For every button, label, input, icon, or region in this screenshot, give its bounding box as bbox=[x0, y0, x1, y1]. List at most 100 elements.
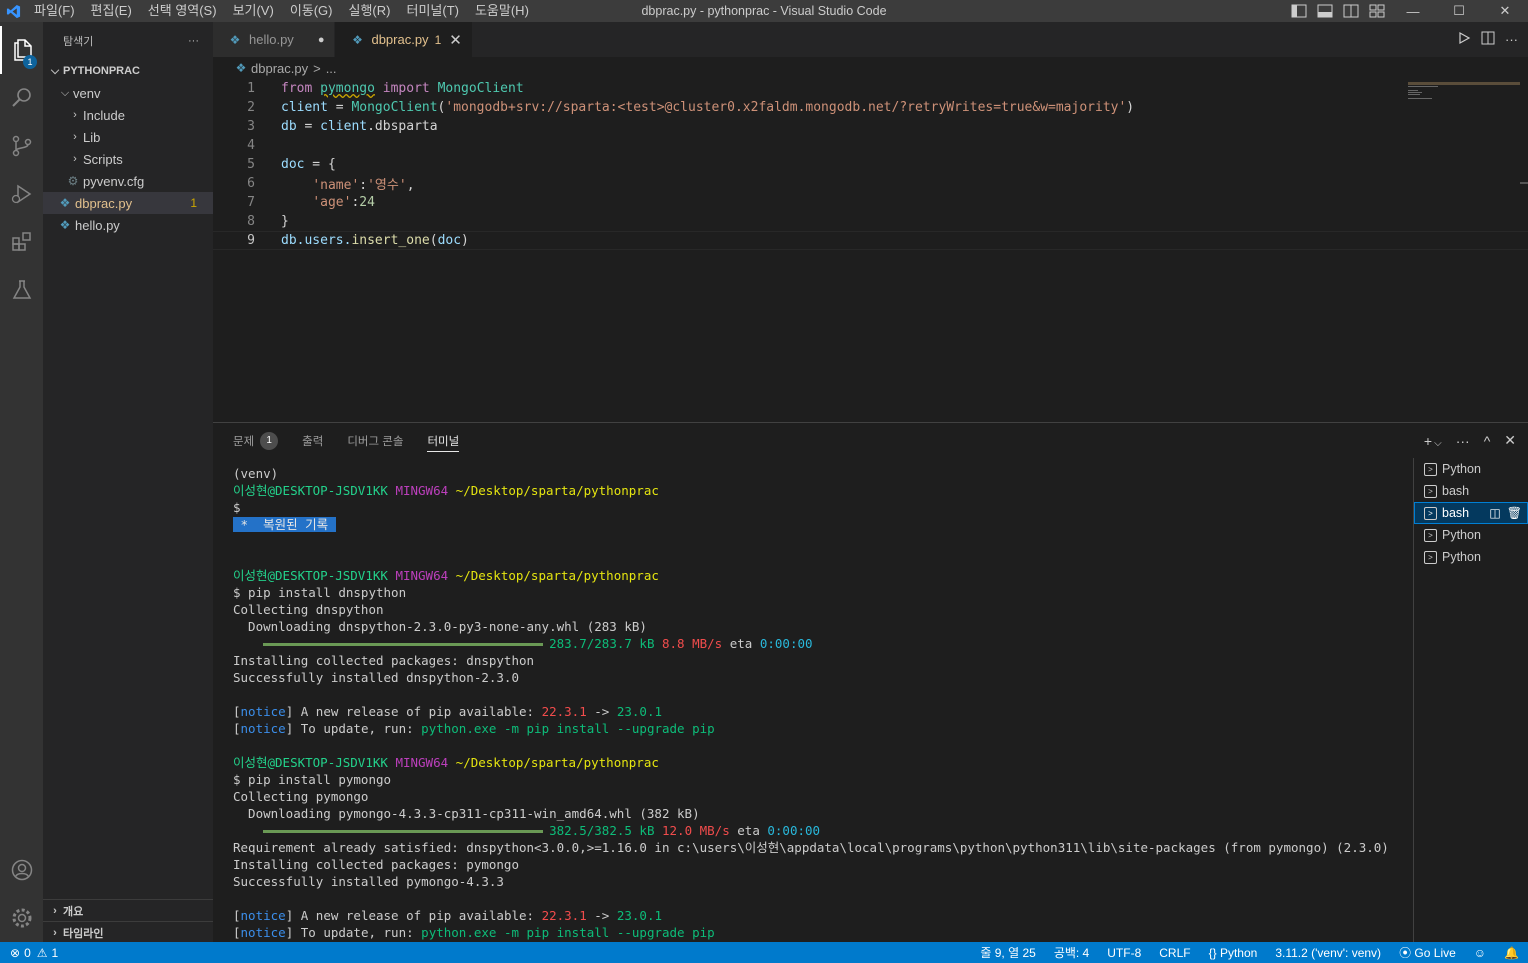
tree-item-include[interactable]: › Include bbox=[43, 104, 213, 126]
split-terminal-icon[interactable]: ◫ bbox=[1489, 506, 1500, 520]
terminal-icon: > bbox=[1424, 484, 1437, 498]
terminal-list-item-active[interactable]: > bash ◫ 🗑 bbox=[1414, 502, 1528, 524]
unsaved-dot-icon[interactable]: ● bbox=[318, 34, 325, 46]
close-window-button[interactable]: ✕ bbox=[1482, 0, 1528, 22]
terminal-progress-line: 382.5/382.5 kB 12.0 MB/s eta 0:00:00 bbox=[233, 822, 1413, 839]
terminal-line: * 복원된 기록 bbox=[233, 516, 1413, 533]
testing-icon[interactable] bbox=[0, 266, 43, 314]
tab-dbprac-py[interactable]: ❖ dbprac.py 1 ✕ bbox=[335, 22, 473, 57]
run-debug-icon[interactable] bbox=[0, 170, 43, 218]
class-name: MongoClient bbox=[437, 81, 524, 96]
terminal-progress-line: 283.7/283.7 kB 8.8 MB/s eta 0:00:00 bbox=[233, 635, 1413, 652]
maximize-panel-icon[interactable]: ^ bbox=[1484, 433, 1491, 449]
language-mode[interactable]: {} Python bbox=[1200, 946, 1267, 960]
explorer-icon[interactable]: 1 bbox=[0, 26, 43, 74]
indentation[interactable]: 공백: 4 bbox=[1045, 944, 1098, 961]
problem-count-badge: 1 bbox=[190, 196, 197, 210]
menu-terminal[interactable]: 터미널(T) bbox=[398, 0, 466, 22]
terminal-line: Installing collected packages: dnspython bbox=[233, 653, 535, 668]
terminal-list-item[interactable]: > Python bbox=[1414, 458, 1528, 480]
terminal-list-item[interactable]: > Python bbox=[1414, 546, 1528, 568]
extensions-icon[interactable] bbox=[0, 218, 43, 266]
breadcrumb: ❖ dbprac.py > ... bbox=[213, 57, 1528, 79]
python-file-icon: ❖ bbox=[59, 218, 71, 232]
close-tab-icon[interactable]: ✕ bbox=[449, 31, 462, 49]
minimize-button[interactable]: — bbox=[1390, 0, 1436, 22]
new-terminal-icon[interactable]: + ⌵ bbox=[1424, 433, 1442, 449]
braces-icon: {} bbox=[1208, 945, 1217, 960]
tree-item-scripts[interactable]: › Scripts bbox=[43, 148, 213, 170]
chevron-down-icon[interactable]: ⌵ bbox=[1434, 438, 1442, 449]
terminal-output[interactable]: (venv) 이성현@DESKTOP-JSDV1KK MINGW64 ~/Des… bbox=[233, 465, 1413, 941]
maximize-button[interactable]: ☐ bbox=[1436, 0, 1482, 22]
menu-help[interactable]: 도움말(H) bbox=[467, 0, 537, 22]
encoding[interactable]: UTF-8 bbox=[1098, 946, 1150, 960]
operator: = bbox=[327, 100, 352, 115]
menu-go[interactable]: 이동(G) bbox=[282, 0, 341, 22]
terminal-line: Downloading pymongo-4.3.3-cp311-cp311-wi… bbox=[233, 806, 700, 821]
feedback-icon[interactable]: ☺ bbox=[1465, 946, 1495, 960]
go-live-button[interactable]: ⦿ Go Live bbox=[1390, 944, 1465, 961]
tab-hello-py[interactable]: ❖ hello.py ● bbox=[213, 22, 336, 57]
tree-item-label: pyvenv.cfg bbox=[83, 173, 145, 189]
chevron-right-icon: › bbox=[73, 153, 77, 165]
cursor-position[interactable]: 줄 9, 열 25 bbox=[971, 944, 1044, 961]
chevron-right-icon: › bbox=[53, 926, 57, 939]
explorer-more-icon[interactable]: ··· bbox=[188, 35, 199, 47]
terminal-list-item[interactable]: > bash bbox=[1414, 480, 1528, 502]
menu-run[interactable]: 실행(R) bbox=[341, 0, 399, 22]
toggle-secondary-sidebar-icon[interactable] bbox=[1338, 0, 1364, 22]
breadcrumb-symbols[interactable]: ... bbox=[326, 61, 337, 76]
tree-item-hello-py[interactable]: ❖ hello.py bbox=[43, 214, 213, 236]
close-panel-icon[interactable]: ✕ bbox=[1504, 432, 1516, 449]
toggle-panel-icon[interactable] bbox=[1312, 0, 1338, 22]
notifications-bell-icon[interactable]: 🔔 bbox=[1495, 946, 1528, 960]
title-bar: 파일(F) 편집(E) 선택 영역(S) 보기(V) 이동(G) 실행(R) 터… bbox=[0, 0, 1528, 22]
variable: doc bbox=[437, 233, 462, 248]
menu-selection[interactable]: 선택 영역(S) bbox=[140, 0, 225, 22]
tree-item-pyvenv-cfg[interactable]: ⚙ pyvenv.cfg bbox=[43, 170, 213, 192]
manage-gear-icon[interactable] bbox=[0, 894, 43, 942]
code-editor[interactable]: 1 from pymongo import MongoClient 2 clie… bbox=[213, 79, 1528, 250]
tree-item-venv[interactable]: ⌵ venv bbox=[43, 82, 213, 104]
split-editor-icon[interactable] bbox=[1481, 31, 1495, 48]
menu-view[interactable]: 보기(V) bbox=[225, 0, 282, 22]
workspace-root[interactable]: ⌵ PYTHONPRAC bbox=[43, 60, 213, 82]
menu-edit[interactable]: 편집(E) bbox=[83, 0, 140, 22]
explorer-sidebar: 탐색기 ··· ⌵ PYTHONPRAC ⌵ venv › Include › … bbox=[43, 22, 213, 942]
trash-icon[interactable]: 🗑 bbox=[1507, 506, 1522, 520]
minimap[interactable] bbox=[1408, 82, 1520, 99]
breadcrumb-file[interactable]: dbprac.py bbox=[251, 61, 308, 76]
line-number: 1 bbox=[247, 81, 255, 96]
menu-file[interactable]: 파일(F) bbox=[26, 0, 83, 22]
class-name: MongoClient bbox=[351, 100, 438, 115]
terminal-list-item[interactable]: > Python bbox=[1414, 524, 1528, 546]
tab-debug-console[interactable]: 디버그 콘솔 bbox=[347, 423, 403, 458]
customize-layout-icon[interactable] bbox=[1364, 0, 1390, 22]
run-python-file-icon[interactable] bbox=[1457, 31, 1471, 48]
code-line: 6 'name':'영수', bbox=[213, 174, 1528, 193]
tab-terminal[interactable]: 터미널 bbox=[427, 423, 459, 458]
end-of-line[interactable]: CRLF bbox=[1150, 946, 1199, 960]
more-actions-icon[interactable]: ··· bbox=[1505, 32, 1518, 47]
problems-status[interactable]: ⊗ 0 ⚠ 1 bbox=[0, 946, 58, 960]
terminal-line: Installing collected packages: pymongo bbox=[233, 857, 519, 872]
tab-output[interactable]: 출력 bbox=[302, 423, 323, 458]
outline-section[interactable]: › 개요 bbox=[43, 899, 213, 921]
source-control-icon[interactable] bbox=[0, 122, 43, 170]
panel-tabs: 문제 1 출력 디버그 콘솔 터미널 + ⌵ ··· ^ ✕ bbox=[213, 423, 1528, 458]
search-icon[interactable] bbox=[0, 74, 43, 122]
toggle-sidebar-icon[interactable] bbox=[1286, 0, 1312, 22]
terminal-icon: > bbox=[1424, 550, 1437, 564]
line-number: 5 bbox=[247, 157, 255, 172]
python-file-icon: ❖ bbox=[59, 196, 71, 210]
tree-item-lib[interactable]: › Lib bbox=[43, 126, 213, 148]
python-interpreter[interactable]: 3.11.2 ('venv': venv) bbox=[1266, 946, 1390, 960]
more-actions-icon[interactable]: ··· bbox=[1456, 433, 1470, 449]
code-line: 7 'age':24 bbox=[213, 193, 1528, 212]
tab-problems[interactable]: 문제 1 bbox=[233, 423, 279, 458]
timeline-section[interactable]: › 타임라인 bbox=[43, 921, 213, 943]
tree-item-dbprac-py[interactable]: ❖ dbprac.py 1 bbox=[43, 192, 213, 214]
account-icon[interactable] bbox=[0, 846, 43, 894]
